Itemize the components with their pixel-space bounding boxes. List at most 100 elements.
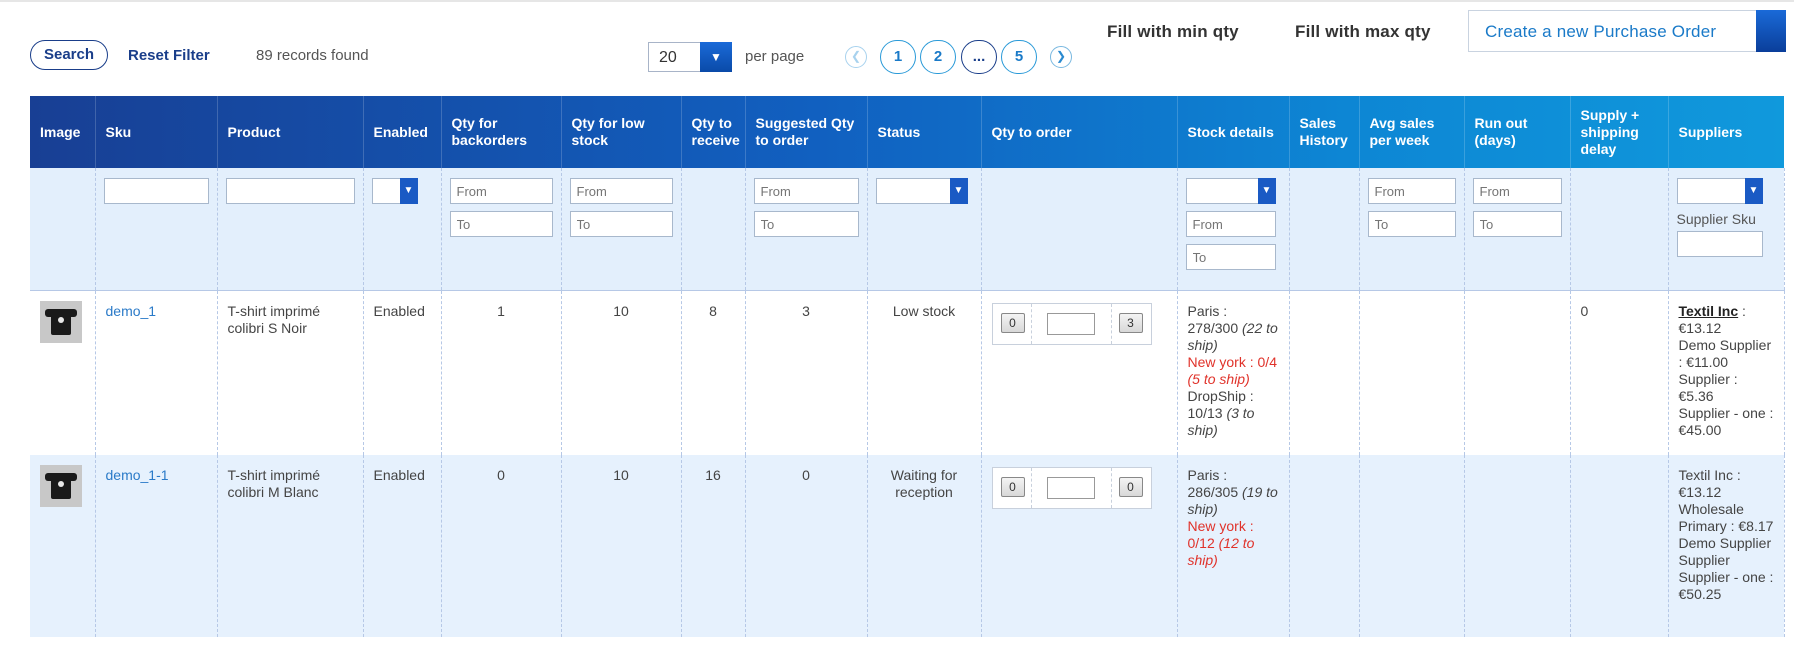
cell-run-out: [1464, 290, 1571, 455]
avg-sales-to-input[interactable]: [1367, 211, 1456, 237]
table-row: demo_1 T-shirt imprimé colibri S Noir En…: [30, 290, 1785, 455]
col-enabled[interactable]: Enabled: [363, 96, 442, 168]
cell-qty-backorders: 0: [441, 455, 562, 637]
supplier-entry: Supplier - one : €45.00: [1678, 405, 1774, 438]
filter-avg-sales: [1359, 168, 1465, 291]
product-thumbnail[interactable]: [40, 465, 82, 507]
search-button[interactable]: Search: [30, 40, 108, 70]
stock-dropship: DropShip : 10/13 (3 to ship): [1187, 388, 1255, 438]
page-button-5[interactable]: 5: [1001, 40, 1037, 74]
col-run-out[interactable]: Run out (days): [1464, 96, 1571, 168]
cell-enabled: Enabled: [363, 290, 442, 455]
filter-sku: [95, 168, 218, 291]
top-border: [0, 0, 1794, 2]
cell-run-out: [1464, 455, 1571, 637]
supplier-filter-select[interactable]: ▼: [1676, 178, 1763, 204]
divider: [1110, 304, 1112, 344]
reset-filter-link[interactable]: Reset Filter: [128, 47, 210, 64]
col-qty-low-stock[interactable]: Qty for low stock: [561, 96, 682, 168]
run-out-from-input[interactable]: [1472, 178, 1562, 204]
filter-row: ▼ ▼ ▼: [30, 168, 1785, 291]
filter-run-out: [1464, 168, 1571, 291]
page-button-1[interactable]: 1: [880, 40, 916, 74]
cell-status: Low stock: [867, 290, 982, 455]
qty-to-order-input[interactable]: [1046, 313, 1095, 335]
col-avg-sales[interactable]: Avg sales per week: [1359, 96, 1465, 168]
products-grid: Image Sku Product Enabled Qty for backor…: [30, 96, 1785, 637]
qty-backorders-from-input[interactable]: [449, 178, 553, 204]
max-qty-button[interactable]: 3: [1118, 313, 1143, 333]
enabled-filter-select[interactable]: ▼: [371, 178, 418, 204]
create-po-accent: [1756, 10, 1786, 52]
qty-order-control: 0 0: [991, 467, 1152, 509]
cell-supply-delay: [1570, 455, 1669, 637]
status-filter-select[interactable]: ▼: [875, 178, 968, 204]
qty-low-stock-from-input[interactable]: [569, 178, 673, 204]
col-supply-delay[interactable]: Supply + shipping delay: [1570, 96, 1669, 168]
min-qty-button[interactable]: 0: [1000, 477, 1025, 497]
filter-qty-low-stock: [561, 168, 682, 291]
cell-sku: demo_1-1: [95, 455, 218, 637]
create-purchase-order-button[interactable]: Create a new Purchase Order: [1468, 10, 1786, 52]
filter-qty-receive: [681, 168, 746, 291]
cell-qty-low-stock: 10: [561, 290, 682, 455]
chevron-down-icon: ▼: [700, 42, 732, 72]
page-button-2[interactable]: 2: [920, 40, 956, 74]
filter-status: ▼: [867, 168, 982, 291]
sku-filter-input[interactable]: [103, 178, 209, 204]
min-qty-button[interactable]: 0: [1000, 313, 1025, 333]
col-suggested-qty[interactable]: Suggested Qty to order: [745, 96, 868, 168]
cell-sales-history: [1289, 455, 1360, 637]
avg-sales-from-input[interactable]: [1367, 178, 1456, 204]
qty-backorders-to-input[interactable]: [449, 211, 553, 237]
chevron-down-icon: ▼: [949, 178, 968, 204]
stock-paris: Paris : 286/305 (19 to ship): [1187, 467, 1278, 517]
col-sku[interactable]: Sku: [95, 96, 218, 168]
per-page-label: per page: [745, 48, 805, 65]
supplier-sku-input[interactable]: [1676, 231, 1763, 257]
stock-to-input[interactable]: [1185, 244, 1276, 270]
col-qty-to-order: Qty to order: [981, 96, 1178, 168]
stock-newyork: New york : 0/4 (5 to ship): [1187, 354, 1277, 387]
suggested-qty-to-input[interactable]: [753, 211, 859, 237]
sku-link[interactable]: demo_1-1: [106, 467, 169, 483]
cell-avg-sales: [1359, 290, 1465, 455]
cell-suppliers: Textil Inc : €13.12 Wholesale Primary : …: [1668, 455, 1785, 637]
run-out-to-input[interactable]: [1472, 211, 1562, 237]
tshirt-icon: [45, 473, 77, 499]
cell-qty-to-order: 0 0: [981, 455, 1178, 637]
max-qty-button[interactable]: 0: [1118, 477, 1143, 497]
filter-enabled: ▼: [363, 168, 442, 291]
col-sales-history: Sales History: [1289, 96, 1360, 168]
supplier-entry: Demo Supplier : €11.00: [1678, 337, 1772, 370]
suggested-qty-from-input[interactable]: [753, 178, 859, 204]
fill-max-qty-button[interactable]: Fill with max qty: [1295, 22, 1431, 42]
per-page-select[interactable]: 20 ▼: [648, 42, 732, 72]
cell-enabled: Enabled: [363, 455, 442, 637]
supplier-primary: Textil Inc : €13.12: [1678, 303, 1746, 336]
filter-qty-backorders: [441, 168, 562, 291]
col-qty-backorders[interactable]: Qty for backorders: [441, 96, 562, 168]
stock-from-input[interactable]: [1185, 211, 1276, 237]
filter-supply-delay: [1570, 168, 1669, 291]
product-filter-input[interactable]: [225, 178, 355, 204]
stock-warehouse-filter-select[interactable]: ▼: [1185, 178, 1276, 204]
qty-to-order-input[interactable]: [1046, 477, 1095, 499]
cell-stock-details: Paris : 278/300 (22 to ship) New york : …: [1177, 290, 1290, 455]
col-status[interactable]: Status: [867, 96, 982, 168]
fill-min-qty-button[interactable]: Fill with min qty: [1107, 22, 1239, 42]
chevron-down-icon: ▼: [1257, 178, 1276, 204]
product-thumbnail[interactable]: [40, 301, 82, 343]
divider: [1030, 468, 1032, 508]
page-button-ellipsis[interactable]: ...: [961, 40, 997, 74]
next-page-icon[interactable]: ❯: [1050, 46, 1072, 68]
sku-link[interactable]: demo_1: [106, 303, 157, 319]
qty-low-stock-to-input[interactable]: [569, 211, 673, 237]
col-qty-receive[interactable]: Qty to receive: [681, 96, 746, 168]
col-product[interactable]: Product: [217, 96, 364, 168]
chevron-down-icon: ▼: [399, 178, 418, 204]
filter-qty-to-order: [981, 168, 1178, 291]
prev-page-icon[interactable]: ❮: [845, 46, 867, 68]
col-suppliers: Suppliers: [1668, 96, 1785, 168]
tshirt-icon: [45, 309, 77, 335]
